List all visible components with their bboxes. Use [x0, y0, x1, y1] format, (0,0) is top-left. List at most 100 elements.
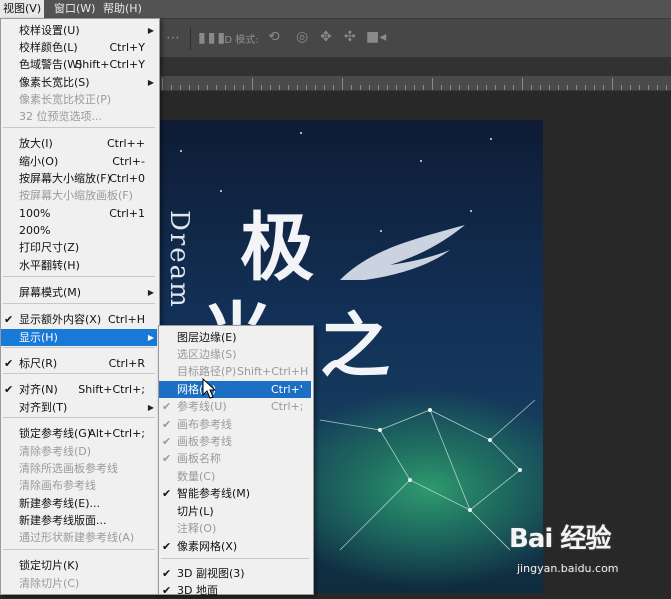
ruler-tick — [603, 85, 604, 90]
view-menu-item-label: 新建参考线版面... — [19, 514, 107, 527]
view-menu-item[interactable]: ✔ 显示额外内容(X) Ctrl+H — [1, 311, 157, 328]
ruler-tick — [531, 85, 532, 90]
ruler-tick — [279, 85, 280, 90]
ruler-tick — [459, 85, 460, 90]
wing-logo-icon — [340, 225, 465, 280]
view-menu-item-label: 校样颜色(L) — [19, 41, 78, 54]
ruler-tick — [540, 85, 541, 90]
ruler-tick — [288, 85, 289, 90]
show-submenu-item-shortcut: Shift+Ctrl+H — [237, 365, 309, 378]
menu-help[interactable]: 帮助(H) — [100, 0, 145, 18]
view-menu-item[interactable]: 100% Ctrl+1 — [1, 205, 157, 222]
more-options-icon[interactable]: ⋯ — [166, 30, 182, 46]
view-menu-item[interactable]: ✔ 对齐(N) Shift+Ctrl+; — [1, 381, 157, 398]
baidu-watermark: Bai 经验 jingyan.baidu.com — [509, 518, 659, 578]
ruler-tick — [513, 85, 514, 90]
show-submenu-item[interactable]: ✔ 智能参考线(M) — [159, 485, 311, 502]
star-dot — [470, 210, 472, 212]
ruler-tick — [189, 85, 190, 90]
ruler-tick — [558, 85, 559, 90]
show-submenu-item[interactable]: 图层边缘(E) — [159, 329, 311, 346]
3d-slide-icon[interactable]: ✣ — [344, 29, 356, 45]
view-menu-item[interactable]: 锁定切片(K) — [1, 557, 157, 574]
checkmark-icon: ✔ — [162, 452, 172, 465]
view-menu-item[interactable]: 按屏幕大小缩放(F) Ctrl+0 — [1, 170, 157, 187]
3d-mode-label: 3D 模式: — [218, 35, 259, 46]
view-menu-item[interactable]: 屏幕模式(M) ▶ — [1, 284, 157, 301]
ruler-tick — [549, 85, 550, 90]
view-menu-item[interactable]: 新建参考线(E)... — [1, 495, 157, 512]
view-menu-item-label: 32 位预览选项... — [19, 110, 102, 123]
ruler-tick — [594, 85, 595, 90]
horizontal-ruler[interactable] — [158, 76, 671, 91]
show-submenu-item-label: 数量(C) — [177, 470, 216, 483]
ruler-tick — [252, 78, 253, 90]
show-submenu-item-shortcut: Ctrl+; — [271, 400, 304, 413]
view-menu-item-label: 锁定切片(K) — [19, 559, 79, 572]
checkmark-icon: ✔ — [162, 567, 172, 580]
view-menu-item-label: 清除参考线(D) — [19, 445, 92, 458]
menu-divider — [3, 417, 155, 418]
show-submenu-item[interactable]: ✔ 像素网格(X) — [159, 538, 311, 555]
options-divider — [190, 28, 191, 50]
show-submenu-item-label: 3D 副视图(3) — [177, 567, 245, 580]
view-menu-item[interactable]: 水平翻转(H) — [1, 257, 157, 274]
ruler-tick — [162, 78, 163, 90]
view-menu-item[interactable]: 放大(I) Ctrl++ — [1, 135, 157, 152]
view-menu-item[interactable]: 200% — [1, 222, 157, 239]
show-submenu-item-label: 参考线(U) — [177, 400, 227, 413]
ruler-tick — [567, 85, 568, 90]
view-menu-item[interactable]: 校样设置(U) ▶ — [1, 22, 157, 39]
canvas-vertical-text: Dream — [164, 210, 194, 309]
ruler-tick — [207, 85, 208, 90]
ruler-tick — [441, 85, 442, 90]
3d-rotate-icon[interactable]: ⟲ — [268, 29, 280, 45]
view-menu-item-label: 显示额外内容(X) — [19, 313, 102, 326]
view-menu-item-label: 按屏幕大小缩放画板(F) — [19, 189, 133, 202]
view-menu-item-label: 200% — [19, 224, 51, 237]
ruler-tick — [198, 85, 199, 90]
show-submenu-item: ✔ 画板参考线 — [159, 433, 311, 450]
view-menu-item[interactable]: 打印尺寸(Z) — [1, 239, 157, 256]
view-menu-item[interactable]: 显示(H) ▶ — [1, 329, 157, 346]
menu-bar: 视图(V) 窗口(W) 帮助(H) — [0, 0, 671, 19]
view-menu-item-label: 锁定参考线(G) — [19, 427, 92, 440]
show-submenu-item[interactable]: ✔ 3D 地面 — [159, 582, 311, 599]
show-submenu-item[interactable]: 网格(G) Ctrl+' — [159, 381, 311, 398]
view-menu-item[interactable]: 色域警告(W) Shift+Ctrl+Y — [1, 56, 157, 73]
view-menu-item[interactable]: 新建参考线版面... — [1, 512, 157, 529]
3d-roll-icon[interactable]: ◎ — [296, 29, 308, 45]
show-submenu-item-label: 智能参考线(M) — [177, 487, 251, 500]
view-menu-dropdown: 校样设置(U) ▶ 校样颜色(L) Ctrl+Y 色域警告(W) Shift+Ctrl+Y… — [0, 18, 160, 595]
view-menu-item[interactable]: 像素长宽比(S) ▶ — [1, 74, 157, 91]
show-submenu-item[interactable]: 切片(L) — [159, 503, 311, 520]
ruler-tick — [630, 85, 631, 90]
view-menu-item-shortcut: Ctrl+1 — [109, 207, 145, 220]
view-menu-item-label: 标尺(R) — [19, 357, 58, 370]
show-submenu-item-label: 像素网格(X) — [177, 540, 238, 553]
view-menu-item[interactable]: 锁定参考线(G) Alt+Ctrl+; — [1, 425, 157, 442]
view-menu-item[interactable]: ✔ 标尺(R) Ctrl+R — [1, 355, 157, 372]
ruler-tick — [180, 85, 181, 90]
submenu-arrow-icon: ▶ — [147, 333, 154, 342]
3d-camera-icon[interactable]: ■◂ — [366, 29, 386, 45]
ruler-tick — [261, 85, 262, 90]
show-submenu-item-label: 画布参考线 — [177, 418, 232, 431]
show-submenu-item[interactable]: ✔ 3D 副视图(3) — [159, 565, 311, 582]
ruler-tick — [225, 85, 226, 90]
view-menu-item-shortcut: Ctrl+Y — [109, 41, 145, 54]
view-menu-item-label: 清除切片(C) — [19, 577, 80, 590]
3d-pan-icon[interactable]: ✥ — [320, 29, 332, 45]
view-menu-item[interactable]: 校样颜色(L) Ctrl+Y — [1, 39, 157, 56]
menu-divider — [3, 347, 155, 348]
view-menu-item[interactable]: 对齐到(T) ▶ — [1, 399, 157, 416]
view-menu-item: 清除切片(C) — [1, 575, 157, 592]
star-dot — [300, 132, 302, 134]
menu-view[interactable]: 视图(V) — [0, 0, 45, 18]
ruler-tick — [522, 78, 523, 90]
canvas-title-char: 之 — [320, 304, 390, 387]
view-menu-item[interactable]: 缩小(O) Ctrl+- — [1, 153, 157, 170]
view-menu-item-label: 对齐到(T) — [19, 401, 68, 414]
view-menu-item: 清除画布参考线 — [1, 477, 157, 494]
menu-window[interactable]: 窗口(W) — [51, 0, 98, 18]
